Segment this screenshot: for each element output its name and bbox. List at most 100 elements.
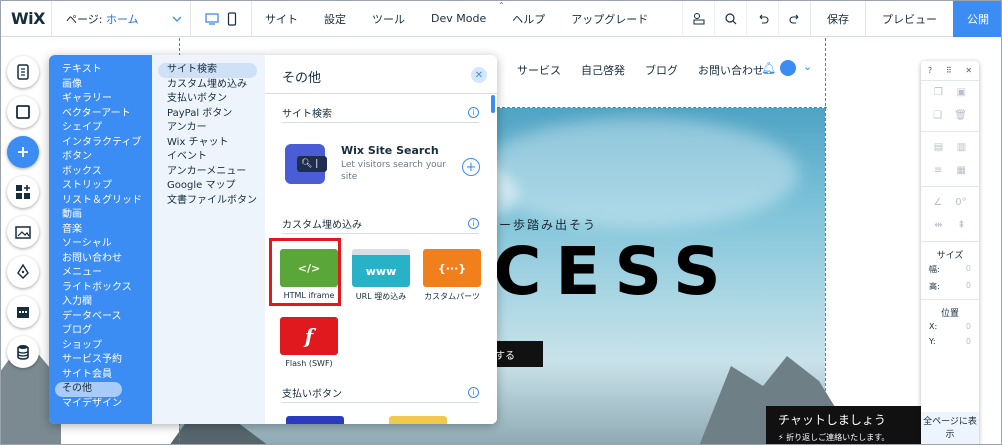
payment-button-thumb[interactable] bbox=[389, 416, 447, 424]
add-button[interactable] bbox=[7, 136, 39, 168]
info-icon[interactable]: i bbox=[468, 387, 479, 398]
category-item[interactable]: 入力欄 bbox=[49, 295, 152, 310]
category-item[interactable]: ライトボックス bbox=[49, 281, 152, 296]
category-item[interactable]: ボタン bbox=[49, 150, 152, 165]
subcategory-item[interactable]: PayPal ボタン bbox=[152, 107, 265, 122]
preview-button[interactable]: プレビュー bbox=[865, 1, 953, 37]
distribute-icon[interactable]: ≡ bbox=[934, 165, 942, 176]
show-on-all-pages-button[interactable]: 全ページに表示 bbox=[921, 412, 979, 444]
custom-element-tile[interactable]: {···} カスタムパーツ bbox=[423, 249, 481, 302]
publish-button[interactable]: 公開 bbox=[953, 1, 1001, 37]
trash-icon[interactable]: 🗑︎ bbox=[954, 110, 967, 121]
menu-dev-mode[interactable]: Dev Mode bbox=[418, 12, 499, 25]
redo-icon[interactable] bbox=[778, 1, 810, 37]
flip-horizontal-icon[interactable]: ⇹ bbox=[934, 220, 942, 231]
menu-site[interactable]: サイト bbox=[252, 11, 311, 27]
height-value[interactable]: 0 bbox=[966, 281, 971, 292]
angle-value[interactable]: 0° bbox=[955, 197, 966, 208]
copy-icon[interactable]: ❐ bbox=[934, 87, 943, 98]
media-button[interactable] bbox=[7, 216, 39, 248]
subcategory-item[interactable]: Wix チャット bbox=[152, 136, 265, 151]
payment-button-thumb[interactable] bbox=[286, 416, 344, 424]
help-icon[interactable]: ? bbox=[928, 66, 932, 75]
category-item[interactable]: 動画 bbox=[49, 208, 152, 223]
x-value[interactable]: 0 bbox=[966, 322, 971, 331]
site-nav-item[interactable]: 自己啓発 bbox=[581, 62, 625, 78]
category-item[interactable]: テキスト bbox=[49, 63, 152, 78]
category-item[interactable]: ベクターアート bbox=[49, 107, 152, 122]
category-item[interactable]: マイデザイン bbox=[49, 397, 152, 412]
drag-handle-icon[interactable]: ⠿ bbox=[946, 66, 952, 75]
close-icon[interactable]: ✕ bbox=[471, 67, 487, 83]
business-button[interactable] bbox=[7, 296, 39, 328]
category-item[interactable]: サービス予約 bbox=[49, 353, 152, 368]
scrollbar[interactable] bbox=[491, 95, 495, 113]
category-item[interactable]: お問い合わせ bbox=[49, 252, 152, 267]
y-value[interactable]: 0 bbox=[966, 337, 971, 346]
paste-icon[interactable]: ▣ bbox=[957, 87, 966, 98]
duplicate-icon[interactable]: ❏ bbox=[933, 110, 942, 121]
site-nav-item[interactable]: お問い合わせ bbox=[698, 62, 764, 78]
flash-tile[interactable]: f Flash (SWF) bbox=[280, 317, 338, 368]
category-item[interactable]: ストリップ bbox=[49, 179, 152, 194]
avatar[interactable] bbox=[780, 60, 796, 76]
category-item[interactable]: ボックス bbox=[49, 165, 152, 180]
menu-tools[interactable]: ツール bbox=[359, 11, 418, 27]
info-icon[interactable]: i bbox=[468, 107, 479, 118]
mobile-icon[interactable] bbox=[227, 11, 237, 26]
chat-widget[interactable]: チャットしましょう ⚡ 折り返しご連絡いたします。 bbox=[766, 406, 921, 444]
chevron-down-icon[interactable]: ⌄ bbox=[803, 60, 812, 73]
subcategory-item[interactable]: イベント bbox=[152, 150, 265, 165]
arrange-icon[interactable]: ▤ bbox=[934, 142, 943, 153]
chat-subtitle: ⚡ 折り返しご連絡いたします。 bbox=[778, 433, 890, 442]
subcategory-item[interactable]: アンカー bbox=[152, 121, 265, 136]
category-item-selected[interactable]: その他 bbox=[55, 382, 122, 397]
menu-settings[interactable]: 設定 bbox=[311, 11, 359, 27]
info-icon[interactable]: i bbox=[468, 218, 479, 229]
category-item[interactable]: 音楽 bbox=[49, 223, 152, 238]
category-item[interactable]: インタラクティブ bbox=[49, 136, 152, 151]
category-item[interactable]: メニュー bbox=[49, 266, 152, 281]
flip-vertical-icon[interactable]: ⇞ bbox=[957, 220, 965, 231]
width-value[interactable]: 0 bbox=[966, 264, 971, 275]
collapse-topbar-icon[interactable]: ⌃ bbox=[498, 1, 505, 10]
category-item[interactable]: ショップ bbox=[49, 339, 152, 354]
category-item[interactable]: ブログ bbox=[49, 324, 152, 339]
align-icon[interactable]: ▥ bbox=[957, 142, 966, 153]
category-item[interactable]: シェイプ bbox=[49, 121, 152, 136]
category-item[interactable]: ギャラリー bbox=[49, 92, 152, 107]
category-item[interactable]: データベース bbox=[49, 310, 152, 325]
ascend-icon[interactable] bbox=[682, 1, 714, 37]
close-icon[interactable]: ✕ bbox=[965, 66, 972, 75]
angle-icon[interactable]: ∠ bbox=[933, 197, 942, 208]
site-nav-item[interactable]: サービス bbox=[517, 62, 561, 78]
subcategory-item[interactable]: Google マップ bbox=[152, 179, 265, 194]
subcategory-item[interactable]: 支払いボタン bbox=[152, 92, 265, 107]
bell-icon[interactable]: 🔔︎ bbox=[761, 61, 776, 75]
save-button[interactable]: 保存 bbox=[810, 1, 865, 37]
subcategory-item[interactable]: 文書ファイルボタン bbox=[152, 194, 265, 209]
category-item[interactable]: ソーシャル bbox=[49, 237, 152, 252]
category-item[interactable]: 画像 bbox=[49, 78, 152, 93]
match-size-icon[interactable]: ▦ bbox=[957, 165, 966, 176]
site-search-widget-icon[interactable]: 🔍︎ | bbox=[285, 144, 327, 184]
background-button[interactable] bbox=[7, 96, 39, 128]
category-item[interactable]: リスト＆グリッド bbox=[49, 194, 152, 209]
subcategory-item-selected[interactable]: サイト検索 bbox=[158, 63, 257, 78]
add-widget-button[interactable]: + bbox=[462, 158, 480, 176]
desktop-icon[interactable] bbox=[205, 12, 219, 26]
add-apps-button[interactable] bbox=[7, 176, 39, 208]
undo-icon[interactable] bbox=[746, 1, 778, 37]
menu-help[interactable]: ヘルプ bbox=[499, 11, 558, 27]
menu-upgrade[interactable]: アップグレード bbox=[558, 11, 661, 27]
subcategory-item[interactable]: カスタム埋め込み bbox=[152, 78, 265, 93]
pages-menu-button[interactable] bbox=[7, 56, 39, 88]
subcategory-item[interactable]: アンカーメニュー bbox=[152, 165, 265, 180]
url-embed-tile[interactable]: www URL 埋め込み bbox=[352, 249, 410, 302]
site-nav-item[interactable]: ブログ bbox=[645, 62, 678, 78]
zoom-icon[interactable] bbox=[714, 1, 746, 37]
category-item[interactable]: サイト会員 bbox=[49, 368, 152, 383]
page-selector[interactable]: ページ: ホーム bbox=[51, 1, 191, 37]
database-button[interactable] bbox=[7, 336, 39, 368]
design-button[interactable] bbox=[7, 256, 39, 288]
